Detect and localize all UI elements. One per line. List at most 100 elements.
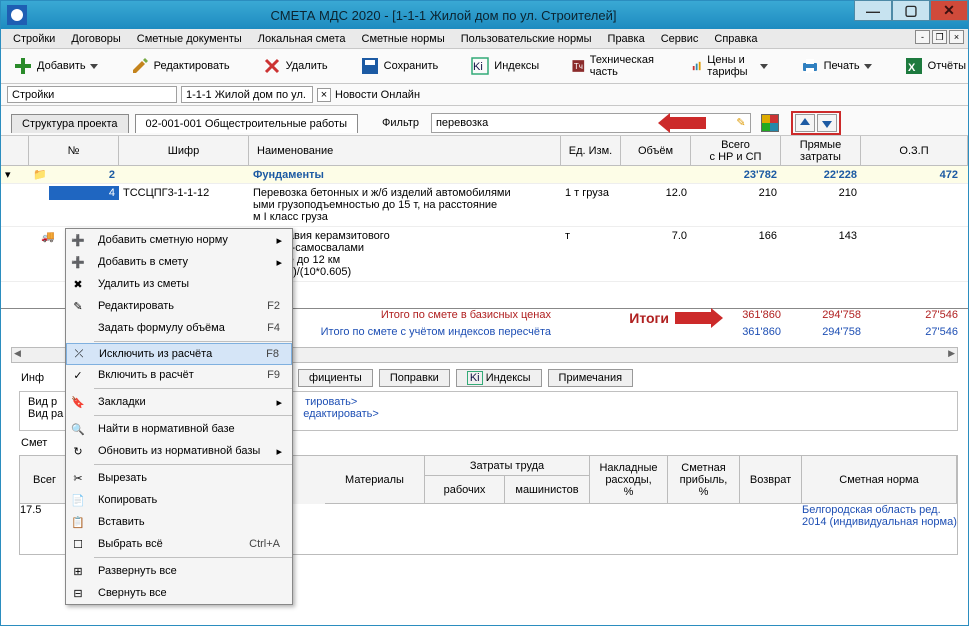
breadcrumb: × Новости Онлайн (1, 84, 968, 106)
sel-icon: ☐ (66, 538, 90, 551)
breadcrumb-news[interactable]: Новости Онлайн (335, 89, 420, 101)
menu-smetnye-documenty[interactable]: Сметные документы (129, 31, 250, 47)
ctx-вставить[interactable]: 📋Вставить (66, 511, 292, 533)
pencil-icon (130, 56, 150, 76)
breadcrumb-root[interactable] (7, 86, 177, 103)
nav-up-down (791, 111, 841, 135)
delete-icon (262, 56, 282, 76)
svg-text:X: X (908, 62, 916, 74)
printer-icon (800, 56, 820, 76)
filter-clear-icon[interactable]: ✎ (732, 116, 750, 129)
copy-icon: 📄 (66, 494, 90, 507)
bm-icon: 🔖 (66, 396, 90, 409)
menu-stroiki[interactable]: Стройки (5, 31, 63, 47)
exp-icon: ⊞ (66, 565, 90, 578)
edit-link-2[interactable]: едактировать> (303, 408, 379, 420)
tab-corrections[interactable]: Поправки (379, 369, 450, 387)
tech-part-button[interactable]: Тч Техническая часть (565, 52, 665, 80)
context-menu: ➕Добавить сметную норму▸➕Добавить в смет… (65, 228, 293, 605)
svg-text:Тч: Тч (574, 62, 583, 71)
ctx-развернуть-все[interactable]: ⊞Развернуть все (66, 560, 292, 582)
menu-spravka[interactable]: Справка (706, 31, 765, 47)
ctx-удалить-из-сметы[interactable]: ✖Удалить из сметы (66, 273, 292, 295)
mdi-minimize[interactable]: - (915, 30, 930, 44)
col-icon: ⊟ (66, 587, 90, 600)
maximize-button[interactable]: ▢ (892, 0, 930, 21)
delete-button[interactable]: Удалить (256, 54, 334, 78)
tab-works[interactable]: 02-001-001 Общестроительные работы (135, 114, 358, 133)
tech-icon: Тч (571, 56, 586, 76)
menu-smetnye-normy[interactable]: Сметные нормы (354, 31, 453, 47)
prices-button[interactable]: Цены и тарифы (685, 52, 773, 80)
totals-annotation: Итоги (629, 310, 669, 326)
folder-row[interactable]: ▾ 📁 2 Фундаменты 23'782 22'228 472 (1, 166, 968, 184)
filter-input[interactable] (432, 115, 662, 131)
refr-icon: ↻ (66, 445, 90, 458)
breadcrumb-doc[interactable] (181, 86, 313, 103)
excl-icon: ⤫ (67, 348, 91, 361)
plus-icon (13, 56, 33, 76)
ctx-включить-в-расчёт[interactable]: ✓Включить в расчётF9 (66, 364, 292, 386)
excel-icon: X (904, 56, 924, 76)
titlebar: СМЕТА МДС 2020 - [1-1-1 Жилой дом по ул.… (1, 1, 968, 29)
selected-row-number: 4 (49, 186, 119, 200)
incl-icon: ✓ (66, 369, 90, 382)
mdi-close[interactable]: × (949, 30, 964, 44)
breadcrumb-close[interactable]: × (317, 88, 331, 102)
main-toolbar: Добавить Редактировать Удалить Сохранить… (1, 49, 968, 84)
tab-indexes-lower[interactable]: Ki Индексы (456, 369, 542, 387)
arrow-annotation-filter (670, 117, 706, 129)
ctx-найти-в-нормативной-базе[interactable]: 🔍Найти в нормативной базе (66, 418, 292, 440)
menu-lokalnaya[interactable]: Локальная смета (250, 31, 354, 47)
tab-coefficients[interactable]: фициенты (298, 369, 373, 387)
reports-button[interactable]: X Отчёты (898, 54, 969, 78)
save-icon (360, 56, 380, 76)
del-icon: ✖ (66, 278, 90, 291)
svg-text:Ki: Ki (473, 61, 483, 73)
grid-header: № Шифр Наименование Ед. Изм. Объём Всего… (1, 136, 968, 166)
nav-up-button[interactable] (795, 114, 815, 132)
filter-label: Фильтр (382, 117, 419, 129)
menu-servis[interactable]: Сервис (653, 31, 707, 47)
add-icon: ➕ (66, 234, 90, 247)
add-icon: ➕ (66, 256, 90, 269)
ctx-копировать[interactable]: 📄Копировать (66, 489, 292, 511)
menu-dogovory[interactable]: Договоры (63, 31, 128, 47)
ctx-задать-формулу-объёма[interactable]: Задать формулу объёмаF4 (66, 317, 292, 339)
data-row-1[interactable]: 4 ТССЦПГ3-1-1-12 Перевозка бетонных и ж/… (1, 184, 968, 227)
close-button[interactable]: ✕ (930, 0, 968, 21)
indexes-icon: Ki (470, 56, 490, 76)
tab-structure[interactable]: Структура проекта (11, 114, 129, 133)
minimize-button[interactable]: — (854, 0, 892, 21)
color-grid-icon[interactable] (761, 114, 779, 132)
ctx-редактировать[interactable]: ✎РедактироватьF2 (66, 295, 292, 317)
ctx-добавить-в-смету[interactable]: ➕Добавить в смету▸ (66, 251, 292, 273)
nav-down-button[interactable] (817, 114, 837, 132)
save-button[interactable]: Сохранить (354, 54, 445, 78)
filter-box: ✎ (431, 113, 751, 133)
menu-polz-normy[interactable]: Пользовательские нормы (453, 31, 600, 47)
ctx-добавить-сметную-норму[interactable]: ➕Добавить сметную норму▸ (66, 229, 292, 251)
ctx-закладки[interactable]: 🔖Закладки▸ (66, 391, 292, 413)
menu-pravka[interactable]: Правка (600, 31, 653, 47)
mdi-restore[interactable]: ❐ (932, 30, 947, 44)
add-button[interactable]: Добавить (7, 54, 104, 78)
paste-icon: 📋 (66, 516, 90, 529)
folder-icon: 📁 (33, 169, 47, 181)
ctx-обновить-из-нормативной-базы[interactable]: ↻Обновить из нормативной базы▸ (66, 440, 292, 462)
find-icon: 🔍 (66, 423, 90, 436)
truck-icon: 🚚 (41, 231, 55, 243)
print-button[interactable]: Печать (794, 54, 878, 78)
edit-button[interactable]: Редактировать (124, 54, 236, 78)
ctx-свернуть-все[interactable]: ⊟Свернуть все (66, 582, 292, 604)
cut-icon: ✂ (66, 472, 90, 485)
ctx-исключить-из-расчёта[interactable]: ⤫Исключить из расчётаF8 (66, 343, 292, 365)
ctx-выбрать-всё[interactable]: ☐Выбрать всёCtrl+A (66, 533, 292, 555)
indexes-button[interactable]: Ki Индексы (464, 54, 545, 78)
tab-notes[interactable]: Примечания (548, 369, 634, 387)
app-icon (7, 5, 27, 25)
menubar: Стройки Договоры Сметные документы Локал… (1, 29, 968, 49)
ctx-вырезать[interactable]: ✂Вырезать (66, 467, 292, 489)
edit-link-1[interactable]: тировать> (305, 396, 357, 408)
window-title: СМЕТА МДС 2020 - [1-1-1 Жилой дом по ул.… (33, 8, 854, 23)
